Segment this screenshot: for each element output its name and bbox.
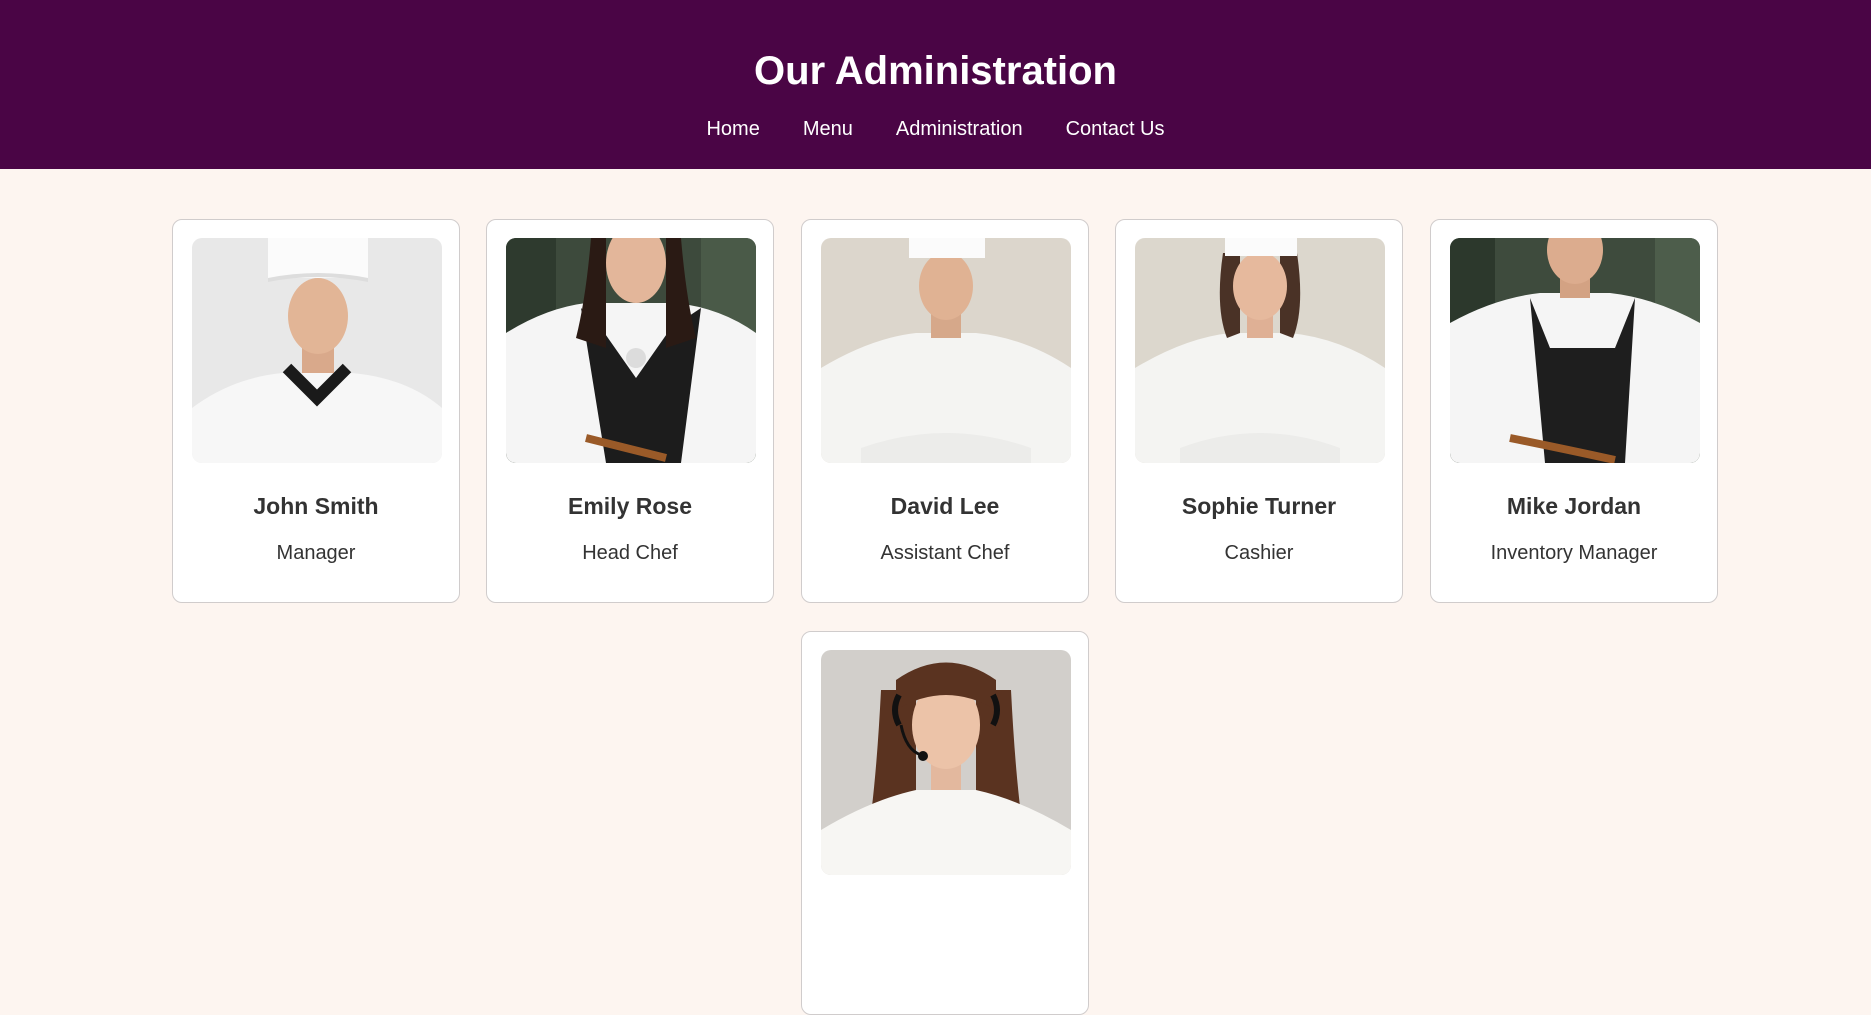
- page-title: Our Administration: [754, 49, 1117, 93]
- staff-photo: [821, 238, 1071, 463]
- staff-card: David Lee Assistant Chef: [801, 219, 1089, 603]
- staff-name: Sophie Turner: [1181, 493, 1337, 519]
- nav-home[interactable]: Home: [706, 117, 759, 141]
- staff-photo: [506, 238, 756, 463]
- staff-role: Head Chef: [582, 542, 678, 564]
- nav-menu[interactable]: Menu: [803, 117, 853, 141]
- staff-card: John Smith Manager: [172, 219, 460, 603]
- nav-contact-us[interactable]: Contact Us: [1066, 117, 1165, 141]
- staff-role: Cashier: [1224, 542, 1294, 564]
- main-nav: Home Menu Administration Contact Us: [0, 117, 1871, 141]
- staff-card: Emily Rose Head Chef: [486, 219, 774, 603]
- site-header: Our Administration Home Menu Administrat…: [0, 0, 1871, 169]
- staff-name: Mike Jordan: [1506, 493, 1642, 519]
- staff-card: Mike Jordan Inventory Manager: [1430, 219, 1718, 603]
- nav-administration[interactable]: Administration: [896, 117, 1023, 141]
- staff-photo: [1135, 238, 1385, 463]
- staff-role: Inventory Manager: [1490, 542, 1658, 564]
- staff-name: John Smith: [253, 493, 379, 519]
- staff-name: David Lee: [890, 493, 1000, 519]
- staff-role: Manager: [276, 542, 356, 564]
- staff-name: Emily Rose: [568, 493, 692, 519]
- staff-card: [801, 631, 1089, 1015]
- staff-photo: [1450, 238, 1700, 463]
- staff-role: Assistant Chef: [880, 542, 1010, 564]
- staff-photo: [192, 238, 442, 463]
- staff-photo: [821, 650, 1071, 875]
- staff-card: Sophie Turner Cashier: [1115, 219, 1403, 603]
